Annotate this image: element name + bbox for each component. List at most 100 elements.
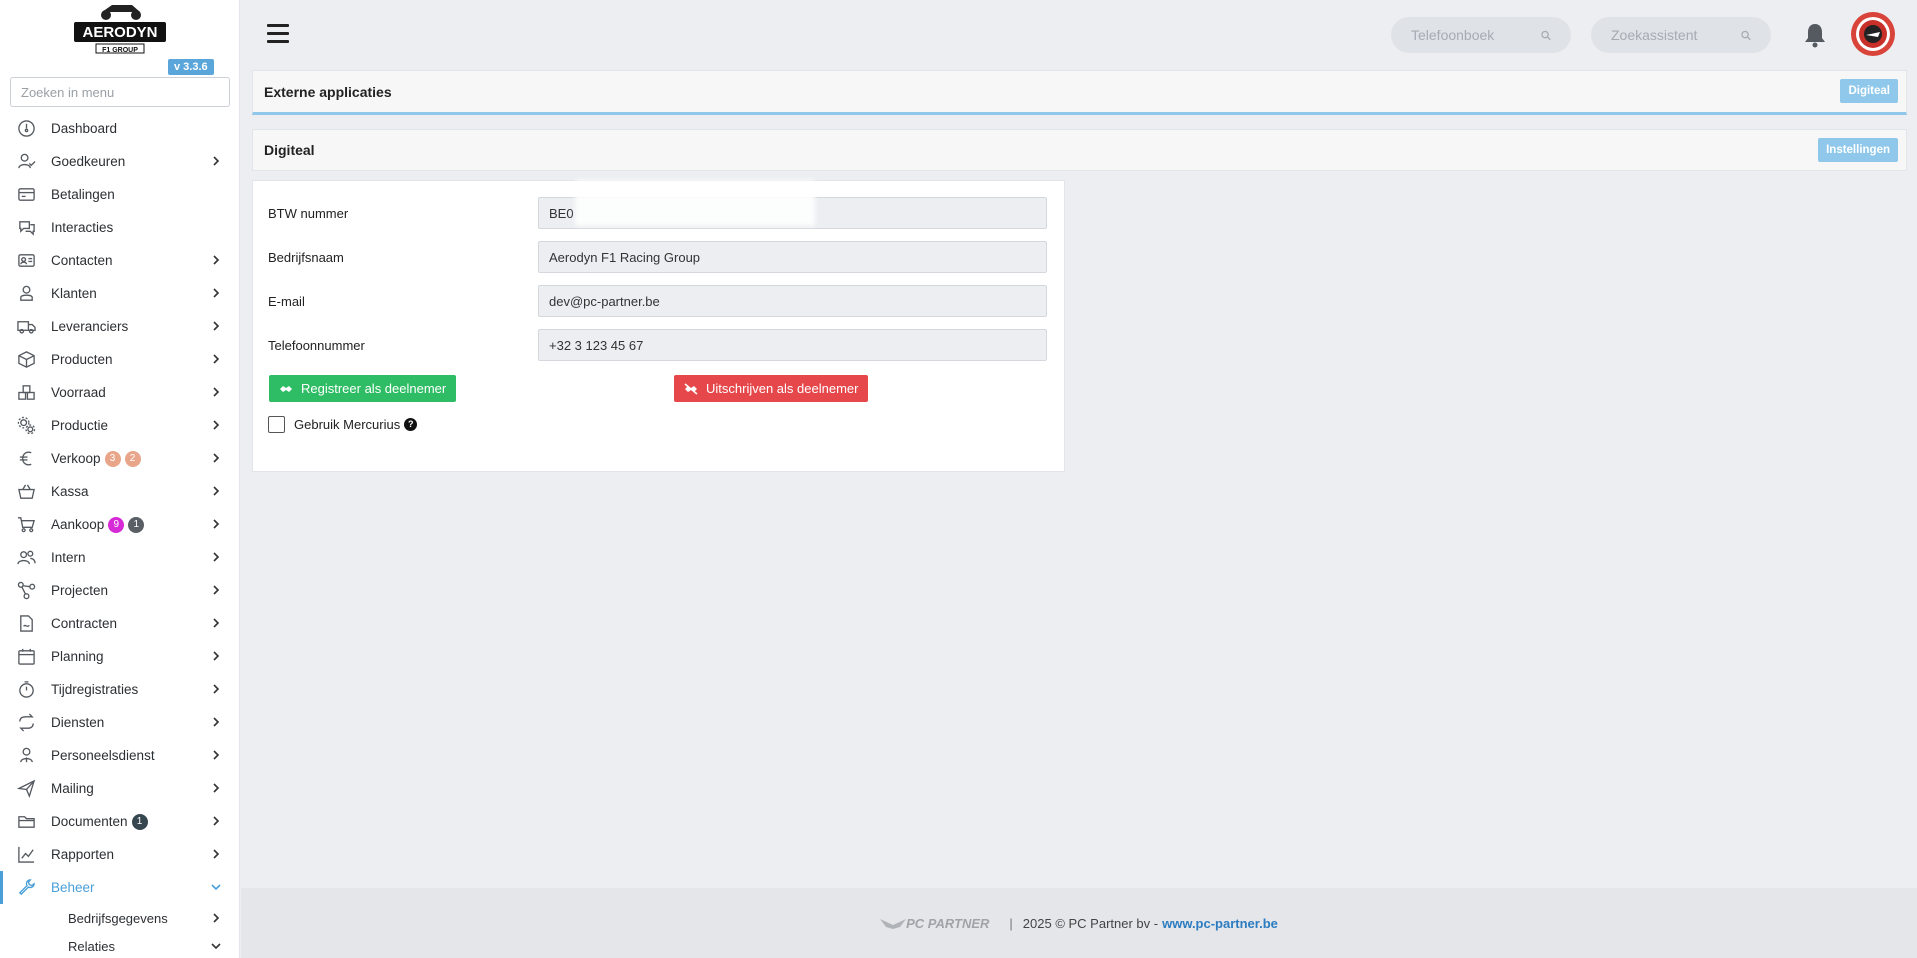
sidebar-item-label: Planning	[51, 649, 104, 664]
email-label: E-mail	[268, 293, 305, 309]
send-icon	[16, 779, 36, 799]
sidebar-item-interacties[interactable]: Interacties	[0, 211, 239, 244]
assistant-search[interactable]	[1591, 17, 1771, 53]
sidebar-item-goedkeuren[interactable]: Goedkeuren	[0, 145, 239, 178]
sidebar-item-label: Leveranciers	[51, 319, 129, 334]
mercurius-checkbox[interactable]	[268, 416, 285, 433]
sidebar-item-contracten[interactable]: Contracten	[0, 607, 239, 640]
sidebar-item-betalingen[interactable]: Betalingen	[0, 178, 239, 211]
company-logo[interactable]: AERODYN F1 GROUP	[74, 2, 166, 54]
sidebar-item-label: Verkoop	[51, 451, 101, 466]
chevron-right-icon	[211, 716, 221, 728]
digiteal-title: Digiteal	[264, 142, 315, 158]
menu-search-input[interactable]	[10, 77, 230, 107]
settings-button[interactable]: Instellingen	[1818, 138, 1898, 162]
sidebar-menu: Dashboard Goedkeuren Betalingen Interacties…	[0, 112, 239, 958]
sidebar-item-verkoop[interactable]: Verkoop 3 2	[0, 442, 239, 475]
sidebar-item-rapporten[interactable]: Rapporten	[0, 838, 239, 871]
phonebook-search[interactable]	[1391, 17, 1571, 53]
sidebar-item-tijdregistraties[interactable]: Tijdregistraties	[0, 673, 239, 706]
chevron-right-icon	[211, 912, 221, 924]
search-icon	[1541, 30, 1551, 40]
sidebar-item-leveranciers[interactable]: Leveranciers	[0, 310, 239, 343]
sidebar-item-label: Projecten	[51, 583, 109, 598]
sidebar-item-diensten[interactable]: Diensten	[0, 706, 239, 739]
folder-icon	[16, 812, 36, 832]
sidebar-item-label: Tijdregistraties	[51, 682, 139, 697]
chevron-down-icon	[211, 940, 221, 952]
phone-field[interactable]	[538, 329, 1047, 361]
chevron-right-icon	[211, 254, 221, 266]
footer-brand-logo: PC PARTNER	[880, 916, 989, 931]
chevron-right-icon	[211, 485, 221, 497]
phonebook-search-input[interactable]	[1411, 27, 1541, 43]
sidebar-item-beheer[interactable]: Beheer	[0, 871, 239, 904]
box-icon	[16, 350, 36, 370]
count-badge: 3	[104, 450, 121, 467]
sidebar-subitem-relaties[interactable]: Relaties	[0, 932, 239, 958]
footer-copyright: 2025 © PC Partner bv -	[1022, 915, 1159, 931]
phone-label: Telefoonnummer	[268, 337, 365, 353]
sidebar-item-dashboard[interactable]: Dashboard	[0, 112, 239, 145]
sidebar-item-producten[interactable]: Producten	[0, 343, 239, 376]
sidebar-item-aankoop[interactable]: Aankoop 9 1	[0, 508, 239, 541]
basket-icon	[16, 482, 36, 502]
sidebar-subitem-bedrijfsgegevens[interactable]: Bedrijfsgegevens	[0, 904, 239, 932]
topbar	[241, 0, 1917, 68]
sidebar-item-label: Producten	[51, 352, 113, 367]
staff-icon	[16, 746, 36, 766]
sidebar-item-klanten[interactable]: Klanten	[0, 277, 239, 310]
euro-icon	[16, 449, 36, 469]
user-check-icon	[16, 152, 36, 172]
sidebar-item-mailing[interactable]: Mailing	[0, 772, 239, 805]
external-apps-title: Externe applicaties	[264, 83, 392, 100]
footer-link[interactable]: www.pc-partner.be	[1162, 916, 1278, 931]
repeat-icon	[16, 713, 36, 733]
unregister-participant-button[interactable]: Uitschrijven als deelnemer	[674, 375, 869, 402]
assistant-search-input[interactable]	[1611, 27, 1741, 43]
sidebar-item-label: Kassa	[51, 484, 89, 499]
sidebar-item-label: Productie	[51, 418, 109, 433]
wings-icon	[880, 919, 907, 929]
redaction-mask	[575, 180, 815, 226]
sidebar-item-projecten[interactable]: Projecten	[0, 574, 239, 607]
sidebar-item-kassa[interactable]: Kassa	[0, 475, 239, 508]
email-field[interactable]	[538, 285, 1047, 317]
external-apps-header: Externe applicaties Digiteal	[252, 70, 1907, 115]
user-avatar[interactable]	[1851, 12, 1895, 56]
search-icon	[1741, 30, 1751, 40]
sidebar-item-contacten[interactable]: Contacten	[0, 244, 239, 277]
help-icon[interactable]: ?	[404, 418, 418, 431]
register-participant-button[interactable]: Registreer als deelnemer	[269, 375, 457, 402]
chevron-right-icon	[211, 452, 221, 464]
chevron-right-icon	[211, 320, 221, 332]
contact-card-icon	[16, 251, 36, 271]
company-field[interactable]	[538, 241, 1047, 273]
chevron-right-icon	[211, 848, 221, 860]
sidebar-item-intern[interactable]: Intern	[0, 541, 239, 574]
sidebar-item-label: Personeelsdienst	[51, 748, 155, 763]
wrench-icon	[16, 878, 36, 898]
footer-brand-text: PC PARTNER	[906, 915, 990, 931]
unregister-participant-label: Uitschrijven als deelnemer	[706, 381, 859, 396]
hamburger-menu-icon[interactable]	[267, 24, 289, 44]
customer-icon	[16, 284, 36, 304]
sidebar-item-label: Mailing	[51, 781, 94, 796]
sidebar-item-personeelsdienst[interactable]: Personeelsdienst	[0, 739, 239, 772]
sidebar-item-productie[interactable]: Productie	[0, 409, 239, 442]
digiteal-tab-button[interactable]: Digiteal	[1840, 79, 1898, 103]
sidebar-item-documenten[interactable]: Documenten 1	[0, 805, 239, 838]
notification-bell-icon[interactable]	[1803, 22, 1827, 48]
footer-separator: |	[1009, 915, 1013, 931]
calendar-icon	[16, 647, 36, 667]
sidebar-item-label: Voorraad	[51, 385, 106, 400]
chevron-right-icon	[211, 749, 221, 761]
sidebar-item-voorraad[interactable]: Voorraad	[0, 376, 239, 409]
sidebar-item-label: Rapporten	[51, 847, 115, 862]
sidebar-item-label: Interacties	[51, 220, 114, 235]
sidebar-item-label: Aankoop	[51, 517, 105, 532]
sidebar-item-planning[interactable]: Planning	[0, 640, 239, 673]
register-participant-label: Registreer als deelnemer	[301, 381, 447, 396]
sidebar-item-label: Goedkeuren	[51, 154, 126, 169]
sidebar-item-label: Documenten	[51, 814, 128, 829]
